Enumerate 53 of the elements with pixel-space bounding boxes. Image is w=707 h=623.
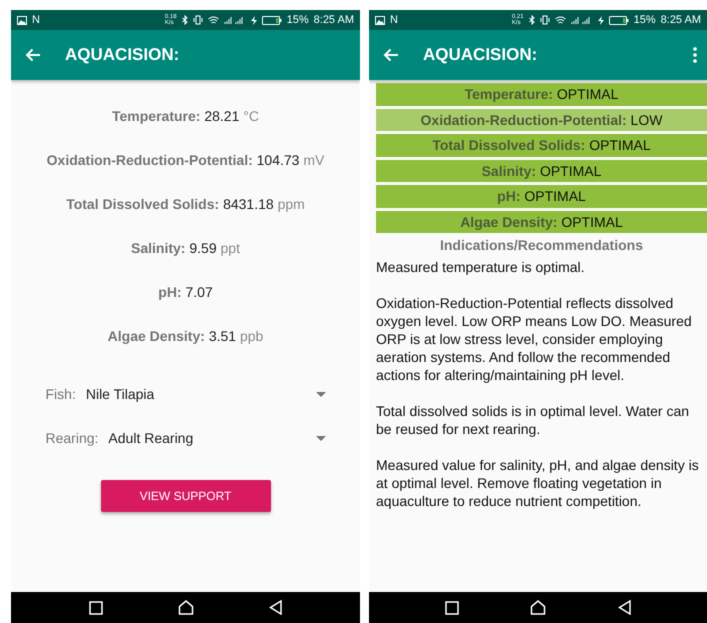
vibrate-icon <box>540 15 550 25</box>
recommendation-text: Total dissolved solids is in optimal level. Water can be reused for next rearing. <box>376 402 690 438</box>
status-row: Temperature: OPTIMAL <box>376 83 707 106</box>
reading-text: pH: 7.07 <box>158 284 213 302</box>
back-arrow-icon[interactable] <box>25 48 41 62</box>
dropdown[interactable]: Nile Tilapia <box>86 386 326 402</box>
status-row: pH: OPTIMAL <box>376 185 707 208</box>
battery-icon <box>608 16 629 24</box>
recommendation-text: Measured temperature is optimal. <box>376 258 586 276</box>
more-options-icon[interactable] <box>693 47 697 63</box>
app-title: AQUACISION: <box>423 45 538 65</box>
section-heading: Indications/Recommendations <box>438 237 644 253</box>
battery-icon <box>262 16 282 24</box>
charging-icon <box>250 16 257 24</box>
wifi-icon <box>554 16 566 24</box>
back-icon[interactable] <box>269 600 282 615</box>
reading-text: Algae Density: 3.51 ppb <box>108 328 264 346</box>
recents-icon[interactable] <box>88 600 103 614</box>
notification-text: N <box>390 14 398 26</box>
view-support-button[interactable]: VIEW SUPPORT <box>100 480 270 512</box>
dropdown[interactable]: Adult Rearing <box>108 430 326 446</box>
reading-text: Temperature: 28.21 °C <box>112 108 259 126</box>
image-icon <box>375 16 385 24</box>
bluetooth-icon <box>182 15 188 25</box>
bluetooth-icon <box>528 15 535 25</box>
back-icon[interactable] <box>618 600 632 615</box>
reading-text: Total Dissolved Solids: 8431.18 ppm <box>66 196 305 214</box>
status-row: Salinity: OPTIMAL <box>376 160 707 182</box>
recommendation-text: Oxidation-Reduction-Potential reflects dissolved oxygen level. Low ORP means Low DO. Measured ORP is at low stress level, consider employing aeration systems. And follow the recommended actions for altering/maintaining pH level. <box>376 294 693 384</box>
wifi-icon <box>208 16 219 24</box>
dropdown-caret-icon <box>316 436 326 440</box>
reading-text: Oxidation-Reduction-Potential: 104.73 mV <box>46 152 324 170</box>
vibrate-icon <box>192 15 203 25</box>
home-icon[interactable] <box>178 600 194 615</box>
select-label: Fish: <box>46 386 76 402</box>
dropdown-caret-icon <box>316 392 326 396</box>
back-arrow-icon[interactable] <box>383 48 399 62</box>
status-row: Algae Density: OPTIMAL <box>376 210 707 233</box>
image-icon <box>17 16 27 24</box>
select-label: Rearing: <box>46 430 98 446</box>
recents-icon[interactable] <box>444 600 459 614</box>
recommendation-text: Measured value for salinity, pH, and algae density is at optimal level. Remove floating vegetation in aquaculture to reduce nutrient competition. <box>376 456 700 510</box>
status-row: Oxidation-Reduction-Potential: LOW <box>376 108 707 131</box>
battery-level: 15% <box>286 14 309 26</box>
home-icon[interactable] <box>530 600 546 615</box>
app-title: AQUACISION: <box>65 45 180 65</box>
battery-level: 15% <box>634 14 656 26</box>
status-row: Total Dissolved Solids: OPTIMAL <box>376 134 707 156</box>
reading-text: Salinity: 9.59 ppt <box>131 240 240 258</box>
charging-icon <box>598 16 604 24</box>
notification-text: N <box>32 14 40 26</box>
clock: 8:25 AM <box>660 14 701 26</box>
clock: 8:25 AM <box>314 14 354 26</box>
